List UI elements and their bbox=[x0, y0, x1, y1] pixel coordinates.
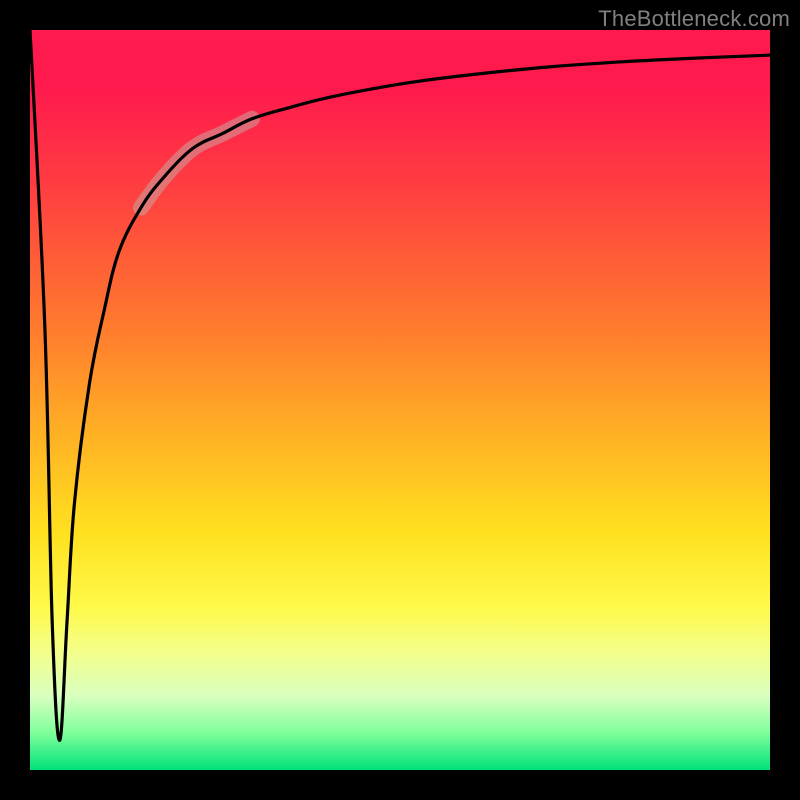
bottleneck-curve bbox=[30, 30, 770, 740]
plot-area bbox=[30, 30, 770, 770]
highlight-segment bbox=[141, 119, 252, 208]
curve-svg bbox=[30, 30, 770, 770]
watermark-text: TheBottleneck.com bbox=[598, 6, 790, 32]
chart-stage: TheBottleneck.com bbox=[0, 0, 800, 800]
